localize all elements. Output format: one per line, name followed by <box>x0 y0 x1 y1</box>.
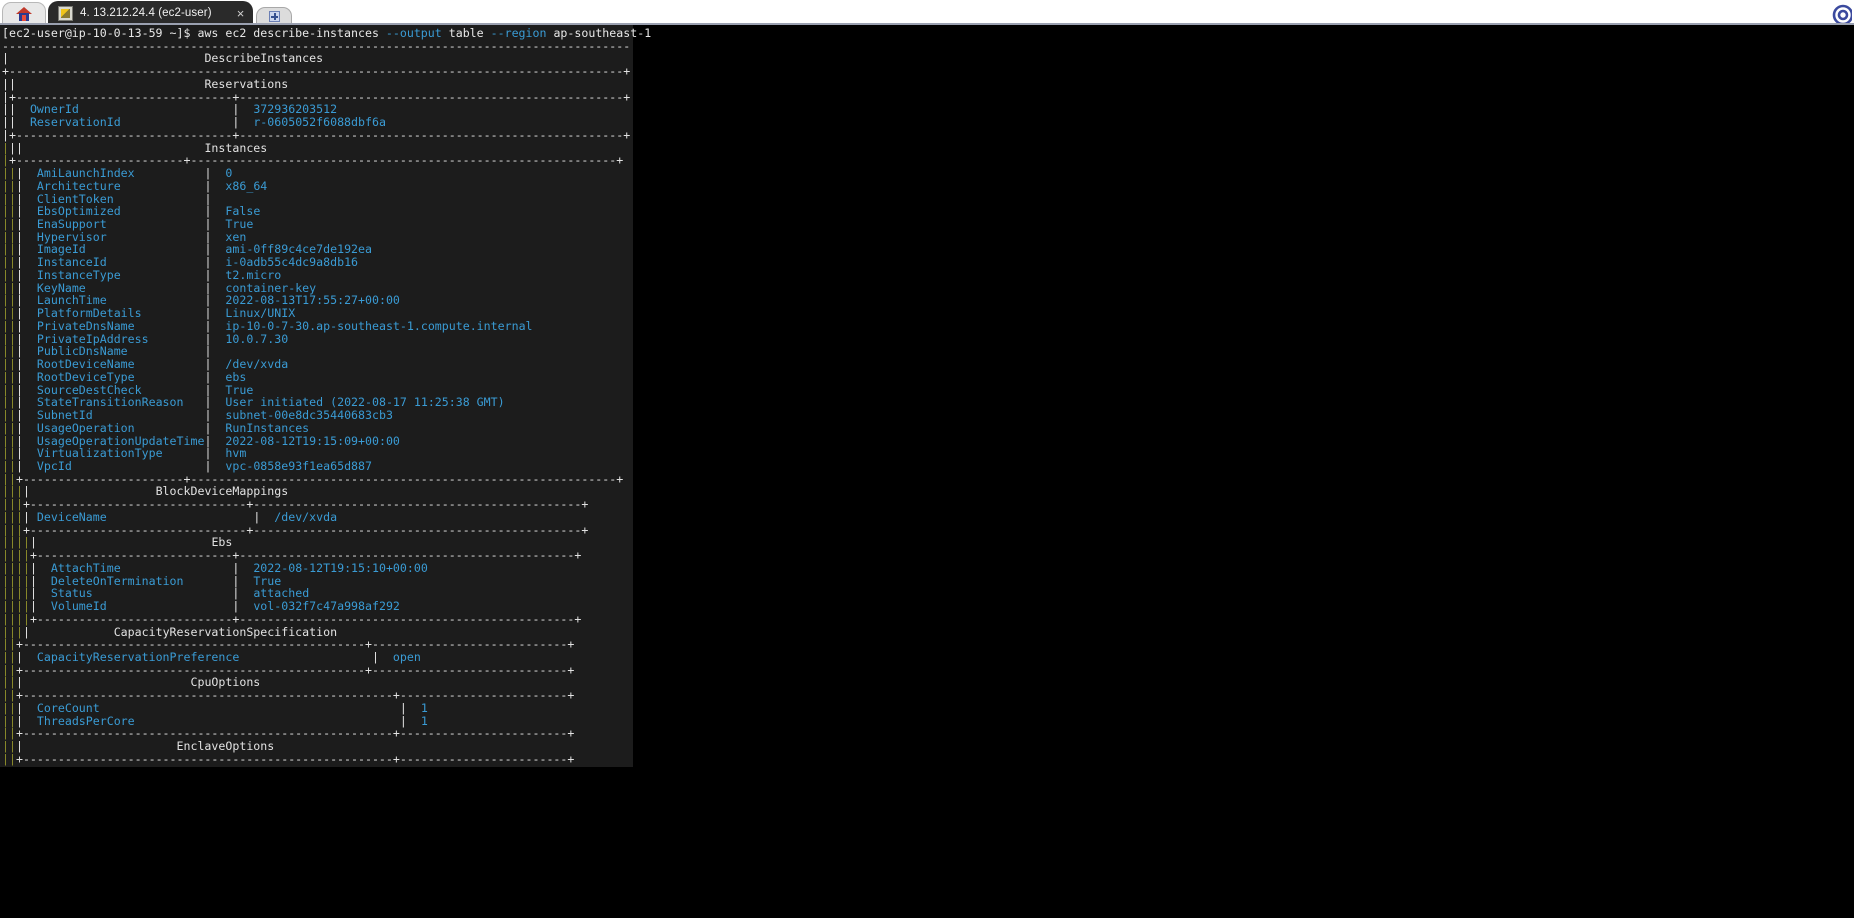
home-icon <box>16 7 32 21</box>
terminal-output-pane[interactable]: [ec2-user@ip-10-0-13-59 ~]$ aws ec2 desc… <box>0 25 652 767</box>
close-icon[interactable]: × <box>234 7 247 20</box>
terminal-tab[interactable]: 4. 13.212.24.4 (ec2-user) × <box>48 1 253 25</box>
putty-terminal-icon <box>58 5 73 21</box>
plus-icon <box>268 11 280 22</box>
terminal-window[interactable]: [ec2-user@ip-10-0-13-59 ~]$ aws ec2 desc… <box>0 25 1854 918</box>
tab-title: 4. 13.212.24.4 (ec2-user) <box>80 7 212 19</box>
window-chrome: 4. 13.212.24.4 (ec2-user) × <box>0 0 1854 26</box>
home-tab[interactable] <box>2 2 46 25</box>
tab-strip: 4. 13.212.24.4 (ec2-user) × <box>0 0 292 25</box>
terminal-text: [ec2-user@ip-10-0-13-59 ~]$ aws ec2 desc… <box>2 26 652 766</box>
